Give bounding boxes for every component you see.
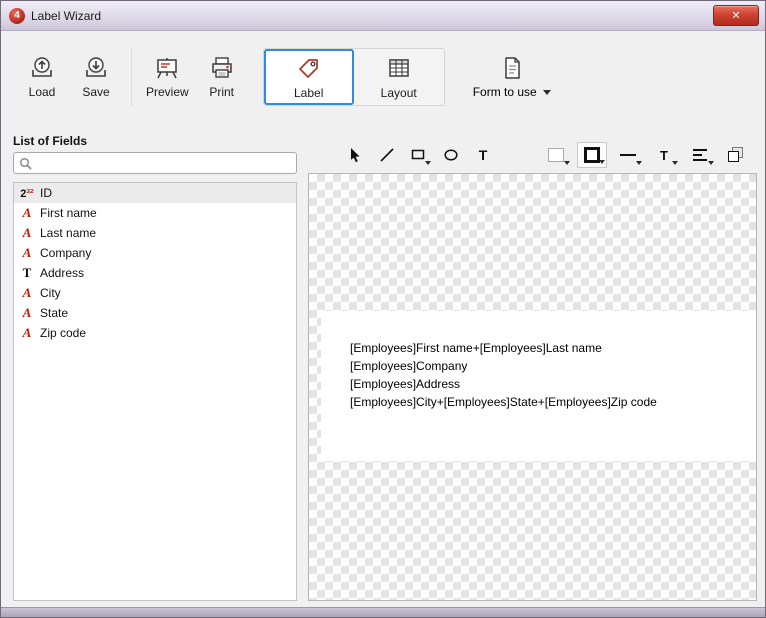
field-row-city[interactable]: City bbox=[14, 283, 296, 303]
label-preview-area[interactable]: [Employees]First name+[Employees]Last na… bbox=[321, 311, 756, 461]
draw-toolbar: T T bbox=[308, 139, 757, 171]
preview-icon bbox=[154, 55, 180, 81]
load-label: Load bbox=[29, 85, 56, 99]
field-name: Zip code bbox=[40, 326, 86, 340]
window-title: Label Wizard bbox=[31, 9, 101, 23]
rectangle-tool-button[interactable] bbox=[406, 142, 432, 168]
tab-layout-text: Layout bbox=[381, 86, 417, 100]
field-name: State bbox=[40, 306, 68, 320]
label-design-canvas[interactable]: [Employees]First name+[Employees]Last na… bbox=[308, 173, 757, 601]
alpha-field-icon bbox=[18, 244, 36, 262]
field-name: Company bbox=[40, 246, 91, 260]
field-row-last-name[interactable]: Last name bbox=[14, 223, 296, 243]
field-name: Address bbox=[40, 266, 84, 280]
alpha-field-icon bbox=[18, 224, 36, 242]
preview-label: Preview bbox=[146, 85, 189, 99]
tab-label[interactable]: Label bbox=[264, 49, 354, 105]
close-icon: ✕ bbox=[731, 9, 740, 22]
form-document-icon bbox=[500, 55, 524, 81]
app-logo-icon: 4 bbox=[9, 8, 25, 24]
label-line: [Employees]City+[Employees]State+[Employ… bbox=[350, 393, 746, 411]
chevron-down-icon bbox=[425, 161, 431, 165]
load-icon bbox=[29, 55, 55, 81]
chevron-down-icon bbox=[636, 161, 642, 165]
alpha-field-icon bbox=[18, 284, 36, 302]
alignment-button[interactable] bbox=[685, 142, 715, 168]
text-tool-icon: T bbox=[479, 148, 488, 162]
select-tool-button[interactable] bbox=[342, 142, 368, 168]
form-to-use-button[interactable]: Form to use bbox=[473, 55, 551, 99]
tab-layout[interactable]: Layout bbox=[354, 49, 444, 105]
label-line: [Employees]Address bbox=[350, 375, 746, 393]
chevron-down-icon bbox=[599, 160, 605, 164]
view-tab-group: Label Layout bbox=[263, 48, 445, 106]
layout-grid-icon bbox=[386, 55, 412, 81]
field-row-state[interactable]: State bbox=[14, 303, 296, 323]
field-row-id[interactable]: ID bbox=[14, 183, 296, 203]
search-input[interactable] bbox=[36, 154, 291, 172]
style-tools-group: T bbox=[541, 142, 757, 168]
text-field-icon bbox=[18, 264, 36, 282]
fields-panel-title: List of Fields bbox=[13, 134, 87, 148]
tab-label-text: Label bbox=[294, 86, 323, 100]
field-row-company[interactable]: Company bbox=[14, 243, 296, 263]
duplicate-layers-icon bbox=[728, 147, 744, 163]
chevron-down-icon bbox=[543, 90, 551, 95]
field-row-first-name[interactable]: First name bbox=[14, 203, 296, 223]
field-name: ID bbox=[40, 186, 52, 200]
save-button[interactable]: Save bbox=[69, 51, 123, 103]
window-frame-bottom bbox=[1, 607, 765, 617]
label-tag-icon bbox=[296, 55, 322, 81]
line-tool-button[interactable] bbox=[374, 142, 400, 168]
search-icon bbox=[19, 157, 32, 170]
line-tool-icon bbox=[378, 146, 396, 164]
field-name: Last name bbox=[40, 226, 96, 240]
duplicate-button[interactable] bbox=[721, 142, 751, 168]
field-name: First name bbox=[40, 206, 97, 220]
print-button[interactable]: Print bbox=[195, 51, 249, 103]
titlebar: 4 Label Wizard ✕ bbox=[1, 1, 765, 31]
field-row-address[interactable]: Address bbox=[14, 263, 296, 283]
close-button[interactable]: ✕ bbox=[713, 5, 759, 26]
main-toolbar: Load Save Preview bbox=[15, 37, 755, 117]
print-icon bbox=[209, 55, 235, 81]
label-line: [Employees]First name+[Employees]Last na… bbox=[350, 339, 746, 357]
fill-color-swatch-icon bbox=[548, 148, 564, 162]
label-wizard-window: 4 Label Wizard ✕ Load bbox=[0, 0, 766, 618]
font-style-icon: T bbox=[660, 149, 668, 162]
chevron-down-icon bbox=[672, 161, 678, 165]
field-list: ID First name Last name Company Address … bbox=[13, 182, 297, 601]
text-tool-button[interactable]: T bbox=[470, 142, 496, 168]
field-search-box bbox=[13, 152, 297, 174]
oval-tool-button[interactable] bbox=[438, 142, 464, 168]
preview-button[interactable]: Preview bbox=[140, 51, 195, 103]
form-to-use-label: Form to use bbox=[473, 85, 537, 99]
toolbar-separator bbox=[131, 48, 132, 106]
font-style-button[interactable]: T bbox=[649, 142, 679, 168]
chevron-down-icon bbox=[708, 161, 714, 165]
chevron-down-icon bbox=[564, 161, 570, 165]
alignment-icon bbox=[693, 149, 707, 161]
pointer-icon bbox=[346, 146, 364, 164]
print-label: Print bbox=[209, 85, 234, 99]
field-name: City bbox=[40, 286, 61, 300]
save-label: Save bbox=[82, 85, 109, 99]
fill-color-button[interactable] bbox=[541, 142, 571, 168]
alpha-field-icon bbox=[18, 304, 36, 322]
line-width-icon bbox=[620, 154, 636, 156]
line-width-button[interactable] bbox=[613, 142, 643, 168]
oval-tool-icon bbox=[442, 146, 460, 164]
border-color-button[interactable] bbox=[577, 142, 607, 168]
save-icon bbox=[83, 55, 109, 81]
load-button[interactable]: Load bbox=[15, 51, 69, 103]
label-line: [Employees]Company bbox=[350, 357, 746, 375]
field-row-zip-code[interactable]: Zip code bbox=[14, 323, 296, 343]
longint-field-icon bbox=[18, 184, 36, 203]
alpha-field-icon bbox=[18, 324, 36, 342]
border-color-swatch-icon bbox=[584, 147, 600, 163]
alpha-field-icon bbox=[18, 204, 36, 222]
